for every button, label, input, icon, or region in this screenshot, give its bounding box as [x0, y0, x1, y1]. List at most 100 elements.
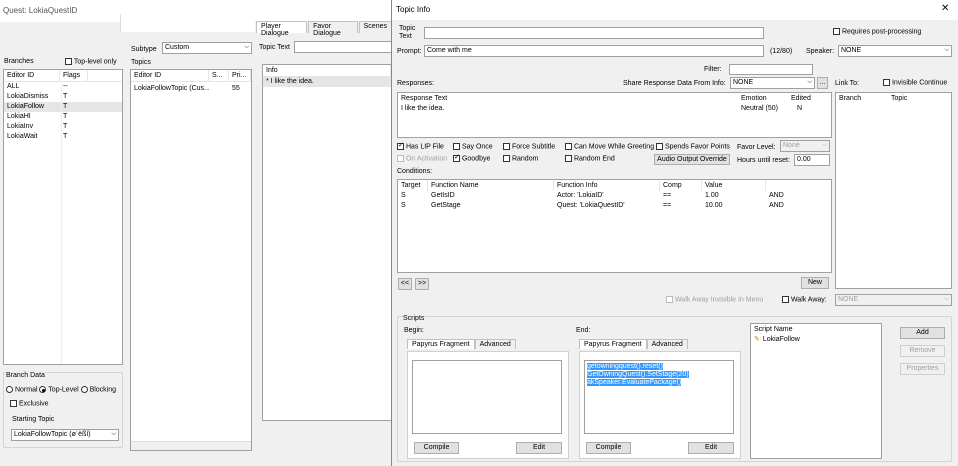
col-emotion[interactable]: Emotion [738, 93, 788, 104]
topic-text-input[interactable] [424, 27, 764, 39]
radio-top-level[interactable] [39, 386, 47, 393]
list-item[interactable]: ✎ LokiaFollow [751, 335, 881, 345]
col-response-text[interactable]: Response Text [398, 93, 738, 104]
end-compile-button[interactable]: Compile [586, 442, 631, 454]
audio-output-override-button[interactable]: Audio Output Override [654, 154, 730, 165]
can-move-checkbox[interactable]: Can Move While Greeting [565, 143, 654, 150]
branches-list[interactable]: Editor ID Flags ALL -- LokiaDismiss T Loki… [3, 69, 123, 365]
end-script-editor[interactable]: getowningquest().reset() GetOwningQuest(… [584, 360, 734, 434]
new-condition-button[interactable]: New [801, 277, 829, 289]
tab-papyrus-fragment[interactable]: Papyrus Fragment [407, 339, 475, 349]
end-label: End: [576, 327, 591, 334]
radio-blocking[interactable] [80, 386, 88, 393]
tab-papyrus-fragment[interactable]: Papyrus Fragment [579, 339, 647, 349]
col-info[interactable]: Info [263, 65, 391, 76]
col-target[interactable]: Target [398, 180, 428, 191]
chevron-down-icon: ⌵ [822, 142, 827, 148]
col-editor-id[interactable]: Editor ID [131, 70, 209, 81]
random-end-checkbox[interactable]: Random End [565, 155, 615, 162]
next-button[interactable]: >> [415, 278, 429, 290]
branch-data-label: Branch Data [6, 372, 45, 379]
prompt-input[interactable]: Come with me [424, 45, 764, 57]
begin-compile-button[interactable]: Compile [414, 442, 459, 454]
info-list[interactable]: Info * I like the idea. [262, 64, 392, 421]
subtype-select[interactable]: Custom ⌵ [162, 42, 252, 54]
spends-favor-checkbox[interactable]: Spends Favor Points [656, 143, 730, 150]
exclusive-box[interactable] [10, 400, 17, 407]
force-subtitle-checkbox[interactable]: Force Subtitle [503, 143, 555, 150]
list-item[interactable]: * I like the idea. [263, 77, 391, 87]
invisible-continue-checkbox[interactable]: Invisible Continue [883, 79, 947, 86]
tab-player-dialogue[interactable]: Player Dialogue [256, 21, 308, 37]
link-to-list[interactable]: Branch Topic [835, 92, 952, 289]
prev-button[interactable]: << [398, 278, 412, 290]
invisible-continue-box[interactable] [883, 79, 890, 86]
say-once-checkbox[interactable]: Say Once [453, 143, 493, 150]
list-item[interactable]: LokiaWait T [4, 132, 122, 142]
begin-script-editor[interactable] [412, 360, 562, 434]
list-item[interactable]: ALL -- [4, 82, 122, 92]
speaker-select[interactable]: NONE ⌵ [838, 45, 952, 57]
topic-text-field[interactable] [294, 41, 392, 53]
list-item[interactable]: LokiaFollow T [4, 102, 122, 112]
col-priority[interactable]: Pri... [229, 70, 251, 81]
chevron-down-icon: ⌵ [944, 296, 949, 302]
script-list[interactable]: Script Name ✎ LokiaFollow [750, 323, 882, 459]
goodbye-checkbox[interactable]: Goodbye [453, 153, 490, 162]
list-item[interactable]: LokiaFollowTopic (Cus... 55 [131, 84, 251, 94]
conditions-header: Target Function Name Function Info Comp … [398, 180, 831, 191]
topics-label: Topics [131, 59, 151, 66]
col-branch[interactable]: Branch [836, 93, 888, 104]
remove-script-button[interactable]: Remove [900, 345, 945, 357]
add-script-button[interactable]: Add [900, 327, 945, 339]
col-comp[interactable]: Comp [660, 180, 702, 191]
tab-scenes[interactable]: Scenes [358, 21, 392, 33]
list-item[interactable]: LokiaHI T [4, 112, 122, 122]
col-edited[interactable]: Edited [788, 93, 828, 104]
filter-input[interactable] [729, 64, 813, 75]
tab-favor-dialogue[interactable]: Favor Dialogue [308, 21, 358, 37]
col-topic[interactable]: Topic [888, 93, 948, 104]
on-activation-checkbox[interactable]: On Activation [397, 155, 447, 162]
top-level-only-checkbox[interactable]: Top-level only [65, 58, 117, 65]
properties-button[interactable]: Properties [900, 363, 945, 375]
col-editor-id[interactable]: Editor ID [4, 70, 60, 81]
random-checkbox[interactable]: Random [503, 155, 538, 162]
walk-away-select[interactable]: NONE ⌵ [835, 294, 952, 306]
begin-edit-button[interactable]: Edit [516, 442, 562, 454]
begin-panel: Compile Edit [407, 351, 569, 459]
share-select[interactable]: NONE ⌵ [730, 77, 815, 89]
conditions-table[interactable]: Target Function Name Function Info Comp … [397, 179, 832, 273]
favor-level-select[interactable]: None ⌵ [780, 140, 830, 152]
tab-advanced[interactable]: Advanced [474, 339, 516, 349]
table-row[interactable]: S GetStage Quest: 'LokiaQuestID' == 10.0… [398, 201, 831, 211]
list-item[interactable]: LokiaInv T [4, 122, 122, 132]
col-op[interactable] [766, 180, 830, 191]
topics-list[interactable]: Editor ID S... Pri... LokiaFollowTopic (… [130, 69, 252, 451]
topics-scrollbar[interactable] [131, 441, 251, 450]
responses-table[interactable]: Response Text Emotion Edited I like the … [397, 92, 832, 138]
col-script-name[interactable]: Script Name [751, 324, 879, 335]
table-row[interactable]: S GetIsID Actor: 'LokiaID' == 1.00 AND [398, 191, 831, 201]
end-edit-button[interactable]: Edit [688, 442, 734, 454]
starting-topic-select[interactable]: LokiaFollowTopic (ø´ëßí) ⌵ [11, 429, 119, 441]
has-lip-file-checkbox[interactable]: Has LIP File [397, 141, 444, 150]
requires-post-processing-checkbox[interactable]: Requires post-processing [833, 28, 921, 35]
list-item[interactable]: LokiaDismiss T [4, 92, 122, 102]
tab-advanced[interactable]: Advanced [646, 339, 688, 349]
radio-normal[interactable] [6, 386, 13, 393]
walk-away-invisible-checkbox[interactable]: Walk Away Invisible In Menu [666, 296, 763, 303]
hours-until-reset-input[interactable]: 0.00 [794, 154, 830, 166]
top-level-only-box[interactable] [65, 58, 72, 65]
requires-post-processing-box[interactable] [833, 28, 840, 35]
exclusive-checkbox[interactable]: Exclusive [10, 400, 49, 407]
col-function-name[interactable]: Function Name [428, 180, 554, 191]
col-flags[interactable]: Flags [60, 70, 88, 81]
close-icon[interactable]: ✕ [941, 3, 949, 14]
walk-away-checkbox[interactable]: Walk Away: [782, 296, 827, 303]
table-row[interactable]: I like the idea. Neutral (50) N [398, 104, 831, 114]
share-browse-button[interactable]: ... [817, 77, 828, 89]
col-s[interactable]: S... [209, 70, 229, 81]
col-function-info[interactable]: Function Info [554, 180, 660, 191]
col-value[interactable]: Value [702, 180, 766, 191]
